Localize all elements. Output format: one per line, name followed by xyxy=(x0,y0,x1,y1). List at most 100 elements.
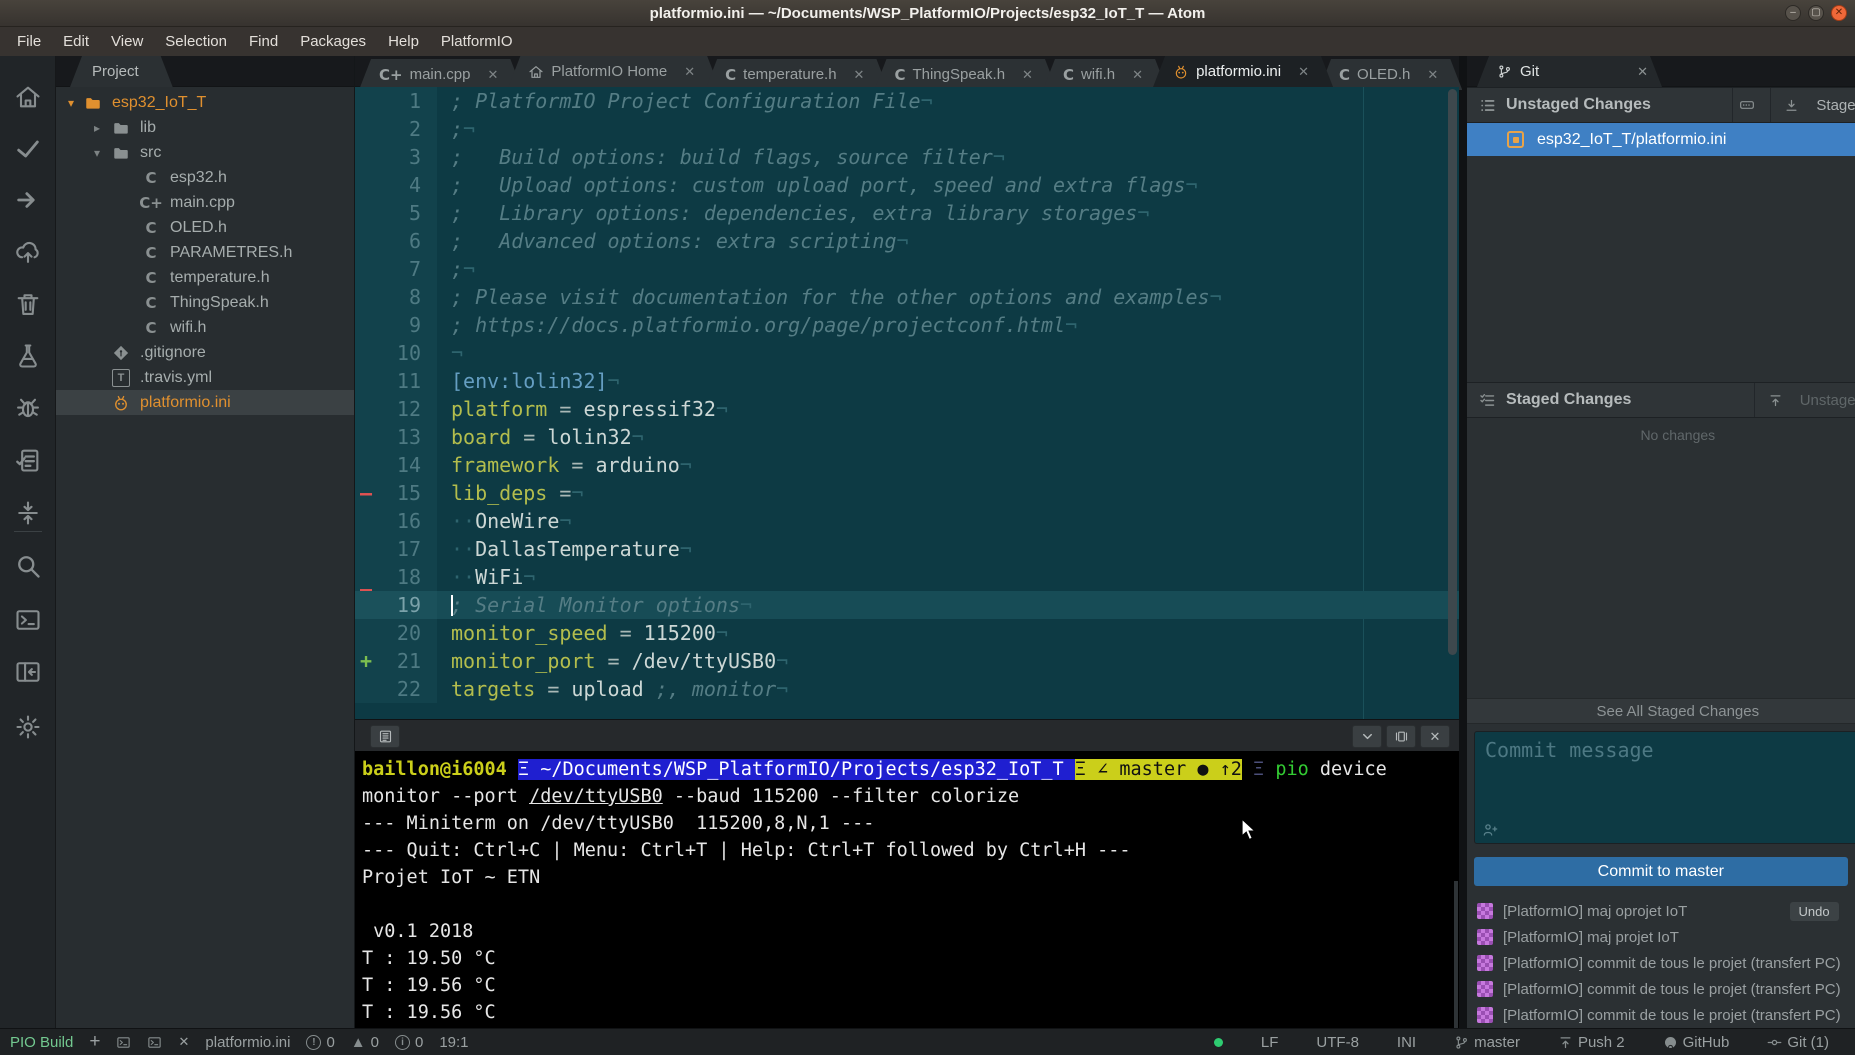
close-terminals-button[interactable]: ✕ xyxy=(178,1034,189,1050)
maximize-button[interactable]: ▢ xyxy=(1808,5,1824,21)
undo-button[interactable]: Undo xyxy=(1790,902,1839,921)
tree-item-lib[interactable]: ▸lib xyxy=(56,115,354,140)
dock-check-icon[interactable] xyxy=(14,135,42,163)
menu-file[interactable]: File xyxy=(6,27,52,56)
add-terminal-button[interactable]: + xyxy=(89,1031,100,1053)
close-icon[interactable]: ✕ xyxy=(487,67,498,83)
close-icon[interactable]: ✕ xyxy=(1022,67,1033,83)
dock-gear-icon[interactable] xyxy=(14,713,42,741)
dock-cloud-icon[interactable] xyxy=(14,238,42,266)
dock-trash-icon[interactable] xyxy=(14,290,42,318)
editor-line-21[interactable]: 21+monitor_port = /dev/ttyUSB0¬ xyxy=(355,647,1459,675)
menu-platformio[interactable]: PlatformIO xyxy=(430,27,524,56)
editor-line-7[interactable]: 7;¬ xyxy=(355,255,1459,283)
commit-message-box[interactable]: Commit message xyxy=(1474,731,1855,844)
menu-selection[interactable]: Selection xyxy=(154,27,238,56)
dock-panel-icon[interactable] xyxy=(14,658,42,686)
push-indicator[interactable]: Push 2 xyxy=(1558,1034,1625,1051)
terminal-close-button[interactable]: ✕ xyxy=(1420,725,1450,748)
tab-platformio-home[interactable]: PlatformIO Home✕ xyxy=(508,56,719,87)
editor-line-14[interactable]: 14framework = arduino¬ xyxy=(355,451,1459,479)
tree-item-esp32-iot-t[interactable]: ▾esp32_IoT_T xyxy=(56,90,354,115)
text-editor[interactable]: 1; PlatformIO Project Configuration File… xyxy=(355,87,1459,719)
tree-item-thingspeak-h[interactable]: CThingSpeak.h xyxy=(56,290,354,315)
tree-item-main-cpp[interactable]: C+main.cpp xyxy=(56,190,354,215)
editor-line-5[interactable]: 5; Library options: dependencies, extra … xyxy=(355,199,1459,227)
dock-search-icon[interactable] xyxy=(14,552,42,580)
pio-build-button[interactable]: PIO Build xyxy=(10,1034,73,1051)
commit-row-3[interactable]: [PlatformIO] commit de tous le projet (t… xyxy=(1467,950,1855,976)
dock-flask-icon[interactable] xyxy=(14,342,42,370)
dock-bug-icon[interactable] xyxy=(14,393,42,421)
terminal-collapse-button[interactable] xyxy=(1352,725,1382,748)
close-icon[interactable]: ✕ xyxy=(1298,64,1309,80)
editor-line-19[interactable]: 19; Serial Monitor options¬ xyxy=(355,591,1459,619)
github-indicator[interactable]: GitHub xyxy=(1663,1034,1730,1051)
commit-row-5[interactable]: [PlatformIO] commit de tous le projet (t… xyxy=(1467,1002,1855,1028)
editor-line-15[interactable]: 15–lib_deps =¬ xyxy=(355,479,1459,507)
tree-item-temperature-h[interactable]: Ctemperature.h xyxy=(56,265,354,290)
tree-item--travis-yml[interactable]: T.travis.yml xyxy=(56,365,354,390)
terminal-1-icon[interactable] xyxy=(116,1035,131,1050)
close-icon[interactable]: ✕ xyxy=(854,67,865,83)
tree-item-wifi-h[interactable]: Cwifi.h xyxy=(56,315,354,340)
editor-line-8[interactable]: 8; Please visit documentation for the ot… xyxy=(355,283,1459,311)
close-icon[interactable]: ✕ xyxy=(1427,67,1438,83)
terminal-scrollbar[interactable] xyxy=(1454,881,1458,1041)
dock-tasks-icon[interactable] xyxy=(14,446,42,474)
commit-button[interactable]: Commit to master xyxy=(1474,857,1848,886)
tab-temperature-h[interactable]: Ctemperature.h✕ xyxy=(705,59,888,90)
dock-terminal-icon[interactable] xyxy=(14,606,42,634)
editor-line-2[interactable]: 2;¬ xyxy=(355,115,1459,143)
tab-main-cpp[interactable]: C+main.cpp✕ xyxy=(359,59,522,90)
editor-line-11[interactable]: 11[env:lolin32]¬ xyxy=(355,367,1459,395)
tree-item-oled-h[interactable]: COLED.h xyxy=(56,215,354,240)
editor-line-6[interactable]: 6; Advanced options: extra scripting¬ xyxy=(355,227,1459,255)
close-button[interactable]: ✕ xyxy=(1831,5,1847,21)
dock-home-icon[interactable] xyxy=(14,83,42,111)
tab-oled-h[interactable]: COLED.h✕ xyxy=(1319,59,1462,90)
editor-line-10[interactable]: 10¬ xyxy=(355,339,1459,367)
menu-help[interactable]: Help xyxy=(377,27,430,56)
unstage-all-button[interactable]: Unstage All xyxy=(1754,383,1855,417)
editor-line-12[interactable]: 12platform = espressif32¬ xyxy=(355,395,1459,423)
co-author-icon[interactable] xyxy=(1482,822,1498,838)
tab-git[interactable]: Git ✕ xyxy=(1477,56,1662,87)
editor-line-18[interactable]: 18–··WiFi¬ xyxy=(355,563,1459,591)
tree-item-esp32-h[interactable]: Cesp32.h xyxy=(56,165,354,190)
line-ending-indicator[interactable]: LF xyxy=(1261,1034,1279,1051)
cursor-position[interactable]: 19:1 xyxy=(439,1034,468,1051)
unstaged-file-row[interactable]: esp32_IoT_T/platformio.ini xyxy=(1467,123,1855,156)
dock-compress-icon[interactable] xyxy=(14,499,42,527)
menu-packages[interactable]: Packages xyxy=(289,27,377,56)
menu-edit[interactable]: Edit xyxy=(52,27,100,56)
encoding-indicator[interactable]: UTF-8 xyxy=(1316,1034,1359,1051)
git-tab-toggle[interactable]: Git (1) xyxy=(1767,1034,1829,1051)
commit-row-1[interactable]: [PlatformIO] maj oprojet IoTUndo18h xyxy=(1467,898,1855,924)
close-icon[interactable]: ✕ xyxy=(1637,64,1648,80)
diagnostics-infos[interactable]: i0 xyxy=(395,1034,423,1051)
terminal-maximize-button[interactable] xyxy=(1386,725,1416,748)
grammar-indicator[interactable]: INI xyxy=(1397,1034,1416,1051)
tree-item-platformio-ini[interactable]: platformio.ini xyxy=(56,390,354,415)
tab-thingspeak-h[interactable]: CThingSpeak.h✕ xyxy=(874,59,1057,90)
stage-all-button[interactable]: Stage All xyxy=(1770,88,1855,122)
diagnostics-warnings[interactable]: ▲0 xyxy=(351,1034,379,1051)
terminal-output[interactable]: baillon@i6004 Ξ ~/Documents/WSP_Platform… xyxy=(355,751,1459,1028)
menu-find[interactable]: Find xyxy=(238,27,289,56)
editor-line-22[interactable]: 22targets = upload ;, monitor¬ xyxy=(355,675,1459,703)
editor-line-20[interactable]: 20monitor_speed = 115200¬ xyxy=(355,619,1459,647)
terminal-2-icon[interactable] xyxy=(147,1035,162,1050)
diagnostics-errors[interactable]: !0 xyxy=(306,1034,334,1051)
close-icon[interactable]: ✕ xyxy=(1132,67,1143,83)
branch-indicator[interactable]: master xyxy=(1454,1034,1520,1051)
tree-item-parametres-h[interactable]: CPARAMETRES.h xyxy=(56,240,354,265)
panel-divider[interactable] xyxy=(1459,56,1467,1028)
tab-project[interactable]: Project xyxy=(70,56,173,87)
see-all-staged-button[interactable]: See All Staged Changes xyxy=(1467,698,1855,724)
editor-line-13[interactable]: 13board = lolin32¬ xyxy=(355,423,1459,451)
editor-line-3[interactable]: 3; Build options: build flags, source fi… xyxy=(355,143,1459,171)
commit-row-2[interactable]: [PlatformIO] maj projet IoT20h xyxy=(1467,924,1855,950)
editor-line-16[interactable]: 16··OneWire¬ xyxy=(355,507,1459,535)
terminal-list-button[interactable] xyxy=(370,725,400,748)
